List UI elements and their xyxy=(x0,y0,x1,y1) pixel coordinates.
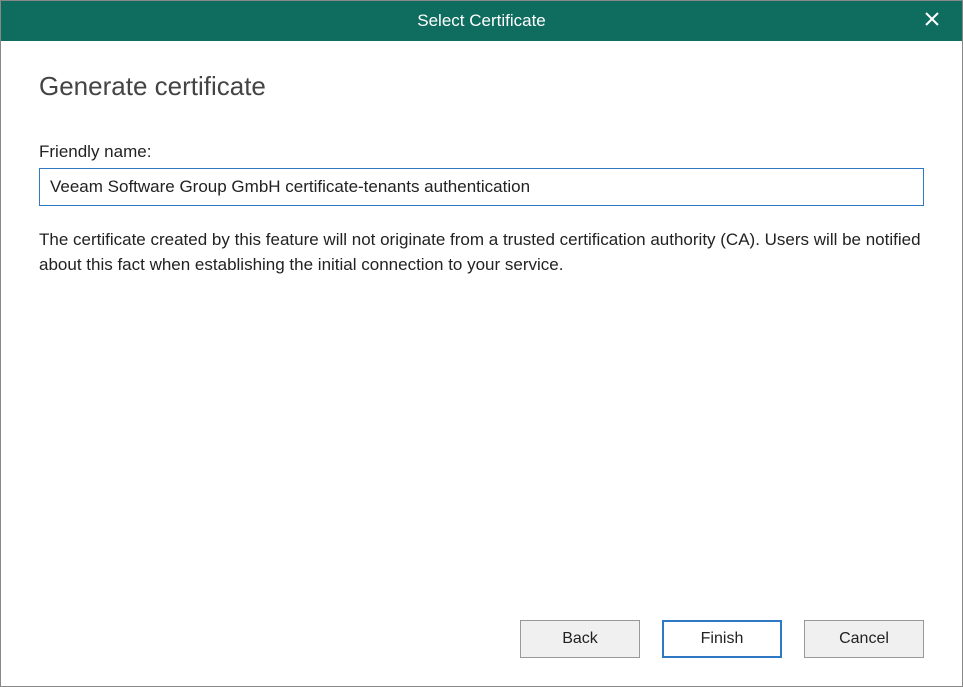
close-icon xyxy=(924,11,940,32)
dialog-content: Generate certificate Friendly name: The … xyxy=(1,41,962,602)
close-button[interactable] xyxy=(912,1,952,41)
certificate-description: The certificate created by this feature … xyxy=(39,228,924,277)
page-heading: Generate certificate xyxy=(39,71,924,102)
friendly-name-input[interactable] xyxy=(39,168,924,206)
friendly-name-label: Friendly name: xyxy=(39,142,924,162)
select-certificate-dialog: Select Certificate Generate certificate … xyxy=(0,0,963,687)
button-bar: Back Finish Cancel xyxy=(1,602,962,686)
dialog-title: Select Certificate xyxy=(1,11,962,31)
titlebar: Select Certificate xyxy=(1,1,962,41)
back-button[interactable]: Back xyxy=(520,620,640,658)
finish-button[interactable]: Finish xyxy=(662,620,782,658)
cancel-button[interactable]: Cancel xyxy=(804,620,924,658)
